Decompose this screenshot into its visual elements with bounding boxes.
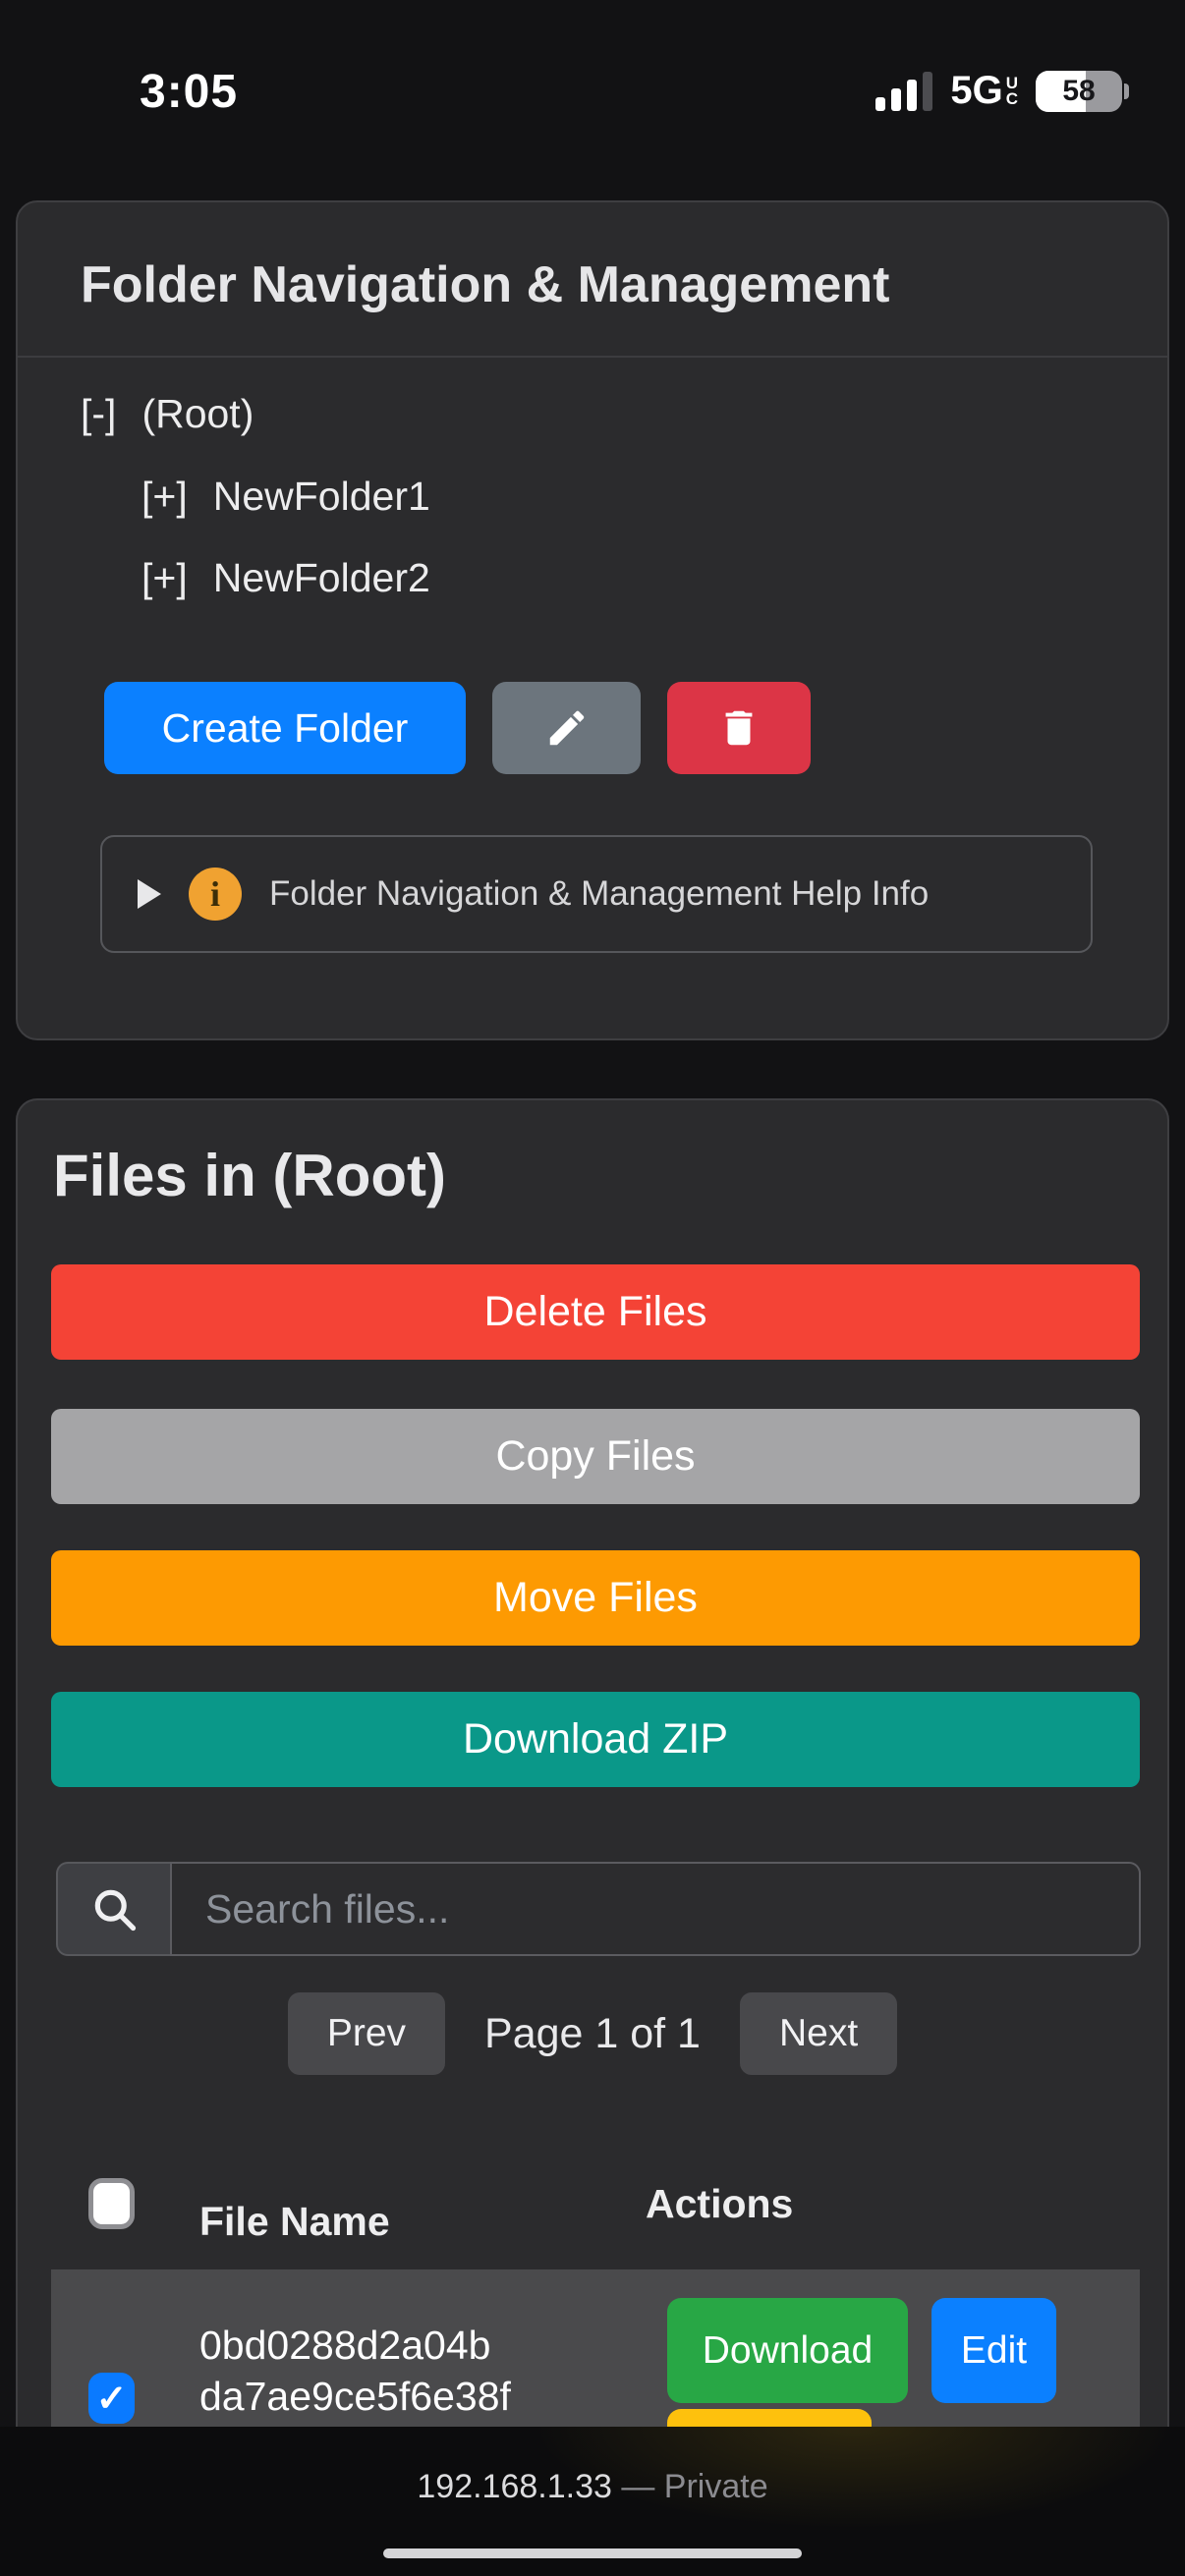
- next-page-button[interactable]: Next: [740, 1992, 897, 2075]
- move-files-button[interactable]: Move Files: [51, 1550, 1140, 1646]
- files-card-title: Files in (Root): [53, 1142, 446, 1209]
- checkmark-icon: ✓: [96, 2377, 128, 2421]
- tree-item-newfolder1[interactable]: [+] NewFolder1: [141, 473, 430, 520]
- privacy-label: — Private: [621, 2468, 767, 2505]
- info-icon: i: [189, 868, 242, 921]
- file-name-line: 0bd0288d2a04b: [199, 2320, 511, 2371]
- home-indicator[interactable]: [383, 2548, 802, 2558]
- search-icon: [88, 1883, 140, 1934]
- url-text[interactable]: 192.168.1.33: [417, 2468, 612, 2505]
- status-bar: 3:05 5G U C 58: [0, 0, 1185, 157]
- rename-folder-button[interactable]: [492, 682, 641, 774]
- column-header-actions: Actions: [646, 2181, 793, 2227]
- pagination: Prev Page 1 of 1 Next: [18, 1992, 1167, 2075]
- pencil-icon: [544, 705, 590, 751]
- help-disclosure-label[interactable]: Folder Navigation & Management Help Info: [269, 874, 929, 914]
- folder-help-disclosure[interactable]: i Folder Navigation & Management Help In…: [100, 835, 1093, 953]
- select-all-checkbox[interactable]: [88, 2178, 135, 2229]
- row-checkbox-checked[interactable]: ✓: [88, 2373, 135, 2424]
- trash-icon: [716, 705, 762, 751]
- file-name-cell: 0bd0288d2a04b da7ae9ce5f6e38f: [199, 2320, 511, 2422]
- tree-item-label[interactable]: (Root): [141, 390, 254, 437]
- browser-bottom-bar: 192.168.1.33 — Private: [0, 2427, 1185, 2576]
- status-time: 3:05: [140, 65, 238, 119]
- tree-item-label[interactable]: NewFolder2: [213, 554, 430, 601]
- tree-item-label[interactable]: NewFolder1: [213, 473, 430, 520]
- status-icons: 5G U C 58: [875, 69, 1122, 113]
- network-subtype-label: U C: [1006, 76, 1018, 107]
- create-folder-button[interactable]: Create Folder: [104, 682, 466, 774]
- battery-icon: 58: [1036, 71, 1122, 112]
- file-name-line: da7ae9ce5f6e38f: [199, 2371, 511, 2422]
- download-file-button[interactable]: Download: [667, 2298, 908, 2403]
- battery-cap: [1124, 84, 1129, 99]
- network-type-indicator: 5G U C: [950, 69, 1018, 113]
- page-indicator: Page 1 of 1: [484, 2010, 701, 2058]
- folder-management-card: Folder Navigation & Management [-] (Root…: [16, 200, 1169, 1040]
- triangle-right-icon[interactable]: [138, 879, 161, 909]
- search-input[interactable]: [170, 1862, 1141, 1956]
- prev-page-button[interactable]: Prev: [288, 1992, 445, 2075]
- tree-toggle-expand[interactable]: [+]: [141, 473, 188, 520]
- delete-files-button[interactable]: Delete Files: [51, 1264, 1140, 1360]
- tree-item-root[interactable]: [-] (Root): [81, 390, 254, 437]
- battery-percent: 58: [1036, 71, 1122, 112]
- signal-strength-icon: [875, 72, 932, 111]
- tree-item-newfolder2[interactable]: [+] NewFolder2: [141, 554, 430, 601]
- delete-folder-button[interactable]: [667, 682, 811, 774]
- search-addon: [56, 1862, 170, 1956]
- address-bar[interactable]: 192.168.1.33 — Private: [0, 2468, 1185, 2506]
- copy-files-button[interactable]: Copy Files: [51, 1409, 1140, 1504]
- tree-toggle-expand[interactable]: [+]: [141, 554, 188, 601]
- tree-toggle-collapse[interactable]: [-]: [81, 390, 116, 437]
- edit-file-button[interactable]: Edit: [931, 2298, 1056, 2403]
- column-header-file-name: File Name: [199, 2199, 390, 2245]
- download-zip-button[interactable]: Download ZIP: [51, 1692, 1140, 1787]
- network-type-label: 5G: [950, 69, 1002, 113]
- header-divider: [18, 356, 1167, 358]
- files-card: Files in (Root) Delete Files Copy Files …: [16, 1098, 1169, 2474]
- folder-actions-row: Create Folder: [104, 682, 811, 774]
- folder-card-title: Folder Navigation & Management: [81, 255, 889, 314]
- file-search-group: [56, 1862, 1141, 1956]
